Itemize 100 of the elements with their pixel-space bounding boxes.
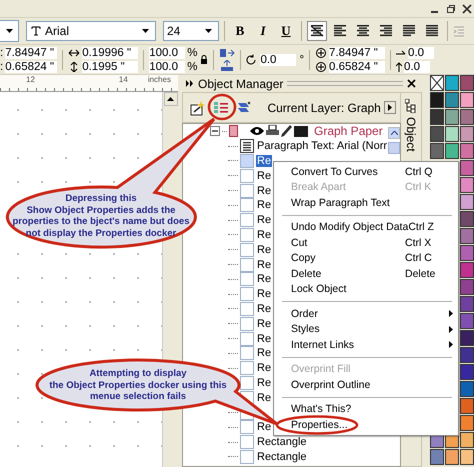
dropdown-button[interactable]	[0, 20, 19, 42]
color-swatch[interactable]	[445, 143, 459, 159]
color-swatch[interactable]	[460, 364, 474, 380]
rotation-field[interactable]: 0.0	[260, 54, 296, 66]
color-square-icon[interactable]	[294, 126, 308, 137]
color-swatch[interactable]	[445, 126, 459, 142]
tree-item[interactable]: Paragraph Text: Arial (Norr	[256, 140, 388, 152]
size-field[interactable]: 0.19996 "	[82, 46, 138, 58]
color-swatch[interactable]	[460, 177, 474, 193]
printer-icon[interactable]	[266, 125, 279, 138]
tree-item[interactable]: Re	[256, 362, 272, 374]
menu-item[interactable]: Delete Delete	[274, 266, 458, 282]
mirror-horizontal-icon[interactable]	[219, 47, 236, 59]
color-swatch[interactable]	[445, 75, 459, 91]
menu-item[interactable]: What's This?	[274, 402, 458, 417]
color-swatch[interactable]	[460, 126, 474, 142]
scroll-up-button[interactable]	[164, 92, 178, 106]
menu-item[interactable]: Copy Ctrl C	[274, 250, 458, 266]
offset-field[interactable]: 0.0	[404, 60, 430, 72]
center-field[interactable]: 7.84947 "	[329, 46, 386, 58]
layer-name[interactable]: Graph Paper	[314, 124, 383, 138]
color-swatch[interactable]	[460, 262, 474, 278]
pencil-icon[interactable]	[281, 125, 292, 138]
tree-item[interactable]: Re	[256, 332, 272, 345]
color-swatch[interactable]	[460, 449, 474, 465]
tree-item[interactable]: Re	[256, 376, 272, 389]
color-swatch[interactable]	[445, 449, 459, 465]
color-swatch[interactable]	[460, 228, 474, 244]
color-swatch[interactable]	[460, 415, 474, 431]
italic-button[interactable]: I	[253, 21, 273, 41]
position-field[interactable]: 0.65824 "	[5, 60, 58, 72]
tree-item[interactable]: Re	[256, 347, 272, 360]
color-swatch[interactable]	[460, 75, 474, 91]
color-swatch[interactable]	[460, 143, 474, 159]
color-swatch[interactable]	[460, 347, 474, 363]
color-swatch[interactable]	[460, 109, 474, 125]
menu-item[interactable]: Cut Ctrl X	[274, 235, 458, 250]
color-swatch[interactable]	[460, 211, 474, 227]
close-icon[interactable]	[462, 4, 472, 14]
tree-item[interactable]: Re	[256, 302, 272, 315]
tree-item[interactable]: Re	[256, 392, 272, 404]
tree-item[interactable]: Rectangle	[256, 450, 308, 463]
color-swatch[interactable]	[460, 313, 474, 329]
scroll-thumb[interactable]	[388, 142, 400, 154]
color-swatch[interactable]	[460, 92, 474, 108]
font-size-field[interactable]: 24	[163, 21, 219, 41]
menu-item[interactable]: Lock Object	[274, 282, 458, 297]
offset-field[interactable]: 0.0	[408, 46, 434, 58]
color-swatch[interactable]	[460, 279, 474, 295]
color-swatch[interactable]	[460, 398, 474, 414]
bold-button[interactable]: B	[230, 21, 250, 41]
restore-icon[interactable]	[446, 4, 456, 14]
tree-item[interactable]: Re	[256, 273, 272, 286]
color-swatch[interactable]	[460, 432, 474, 448]
menu-item[interactable]: Overprint Outline	[274, 377, 458, 392]
color-swatch[interactable]	[430, 109, 444, 125]
color-swatch[interactable]	[460, 330, 474, 346]
menu-item[interactable]: Convert To Curves Ctrl Q	[274, 164, 458, 180]
panel-menu-button[interactable]	[384, 101, 396, 114]
tree-item[interactable]: Re	[256, 288, 272, 300]
no-color-swatch[interactable]	[430, 75, 444, 91]
center-field[interactable]: 0.65824 "	[329, 60, 386, 72]
menu-item[interactable]: Styles	[274, 322, 458, 337]
lock-icon[interactable]	[200, 54, 208, 64]
scale-field[interactable]: 100.0	[149, 46, 186, 58]
alignment-button[interactable]	[307, 21, 327, 41]
color-swatch[interactable]	[430, 449, 444, 465]
color-swatch[interactable]	[430, 143, 444, 159]
position-field[interactable]: 7.84947 "	[5, 46, 58, 58]
color-swatch[interactable]	[430, 92, 444, 108]
menu-item[interactable]: Internet Links	[274, 337, 458, 352]
eye-icon[interactable]	[250, 126, 264, 136]
tree-item[interactable]: Re	[256, 228, 272, 241]
menu-item[interactable]: Order	[274, 306, 458, 322]
tree-item[interactable]: Re	[256, 421, 272, 434]
color-swatch[interactable]	[445, 92, 459, 108]
underline-button[interactable]: U	[276, 21, 296, 41]
menu-item[interactable]: Properties...	[274, 417, 458, 432]
color-swatch[interactable]	[460, 245, 474, 261]
scroll-up-button[interactable]	[388, 127, 400, 139]
font-field[interactable]: Arial	[26, 21, 156, 41]
menu-item[interactable]: Wrap Paragraph Text	[274, 195, 458, 210]
size-field[interactable]: 0.1995 "	[82, 60, 138, 72]
color-swatch[interactable]	[460, 160, 474, 176]
mirror-vertical-icon[interactable]	[219, 60, 236, 72]
close-icon[interactable]	[407, 79, 416, 88]
color-swatch[interactable]	[430, 126, 444, 142]
color-swatch[interactable]	[460, 296, 474, 312]
tree-item[interactable]: Re	[256, 170, 272, 182]
scale-field[interactable]: 100.0	[149, 60, 186, 72]
color-swatch[interactable]	[460, 194, 474, 210]
menu-item[interactable]: Undo Modify Object DataCtrl Z	[274, 220, 458, 235]
double-arrow-icon[interactable]	[186, 80, 194, 87]
tree-item[interactable]: Rectangle	[256, 436, 308, 448]
tree-item[interactable]: Re	[256, 154, 272, 167]
color-swatch[interactable]	[445, 109, 459, 125]
tree-item[interactable]: Re	[256, 318, 272, 330]
tree-item[interactable]: Re	[256, 258, 272, 271]
tree-item[interactable]: Re	[256, 244, 272, 256]
color-swatch[interactable]	[460, 381, 474, 397]
